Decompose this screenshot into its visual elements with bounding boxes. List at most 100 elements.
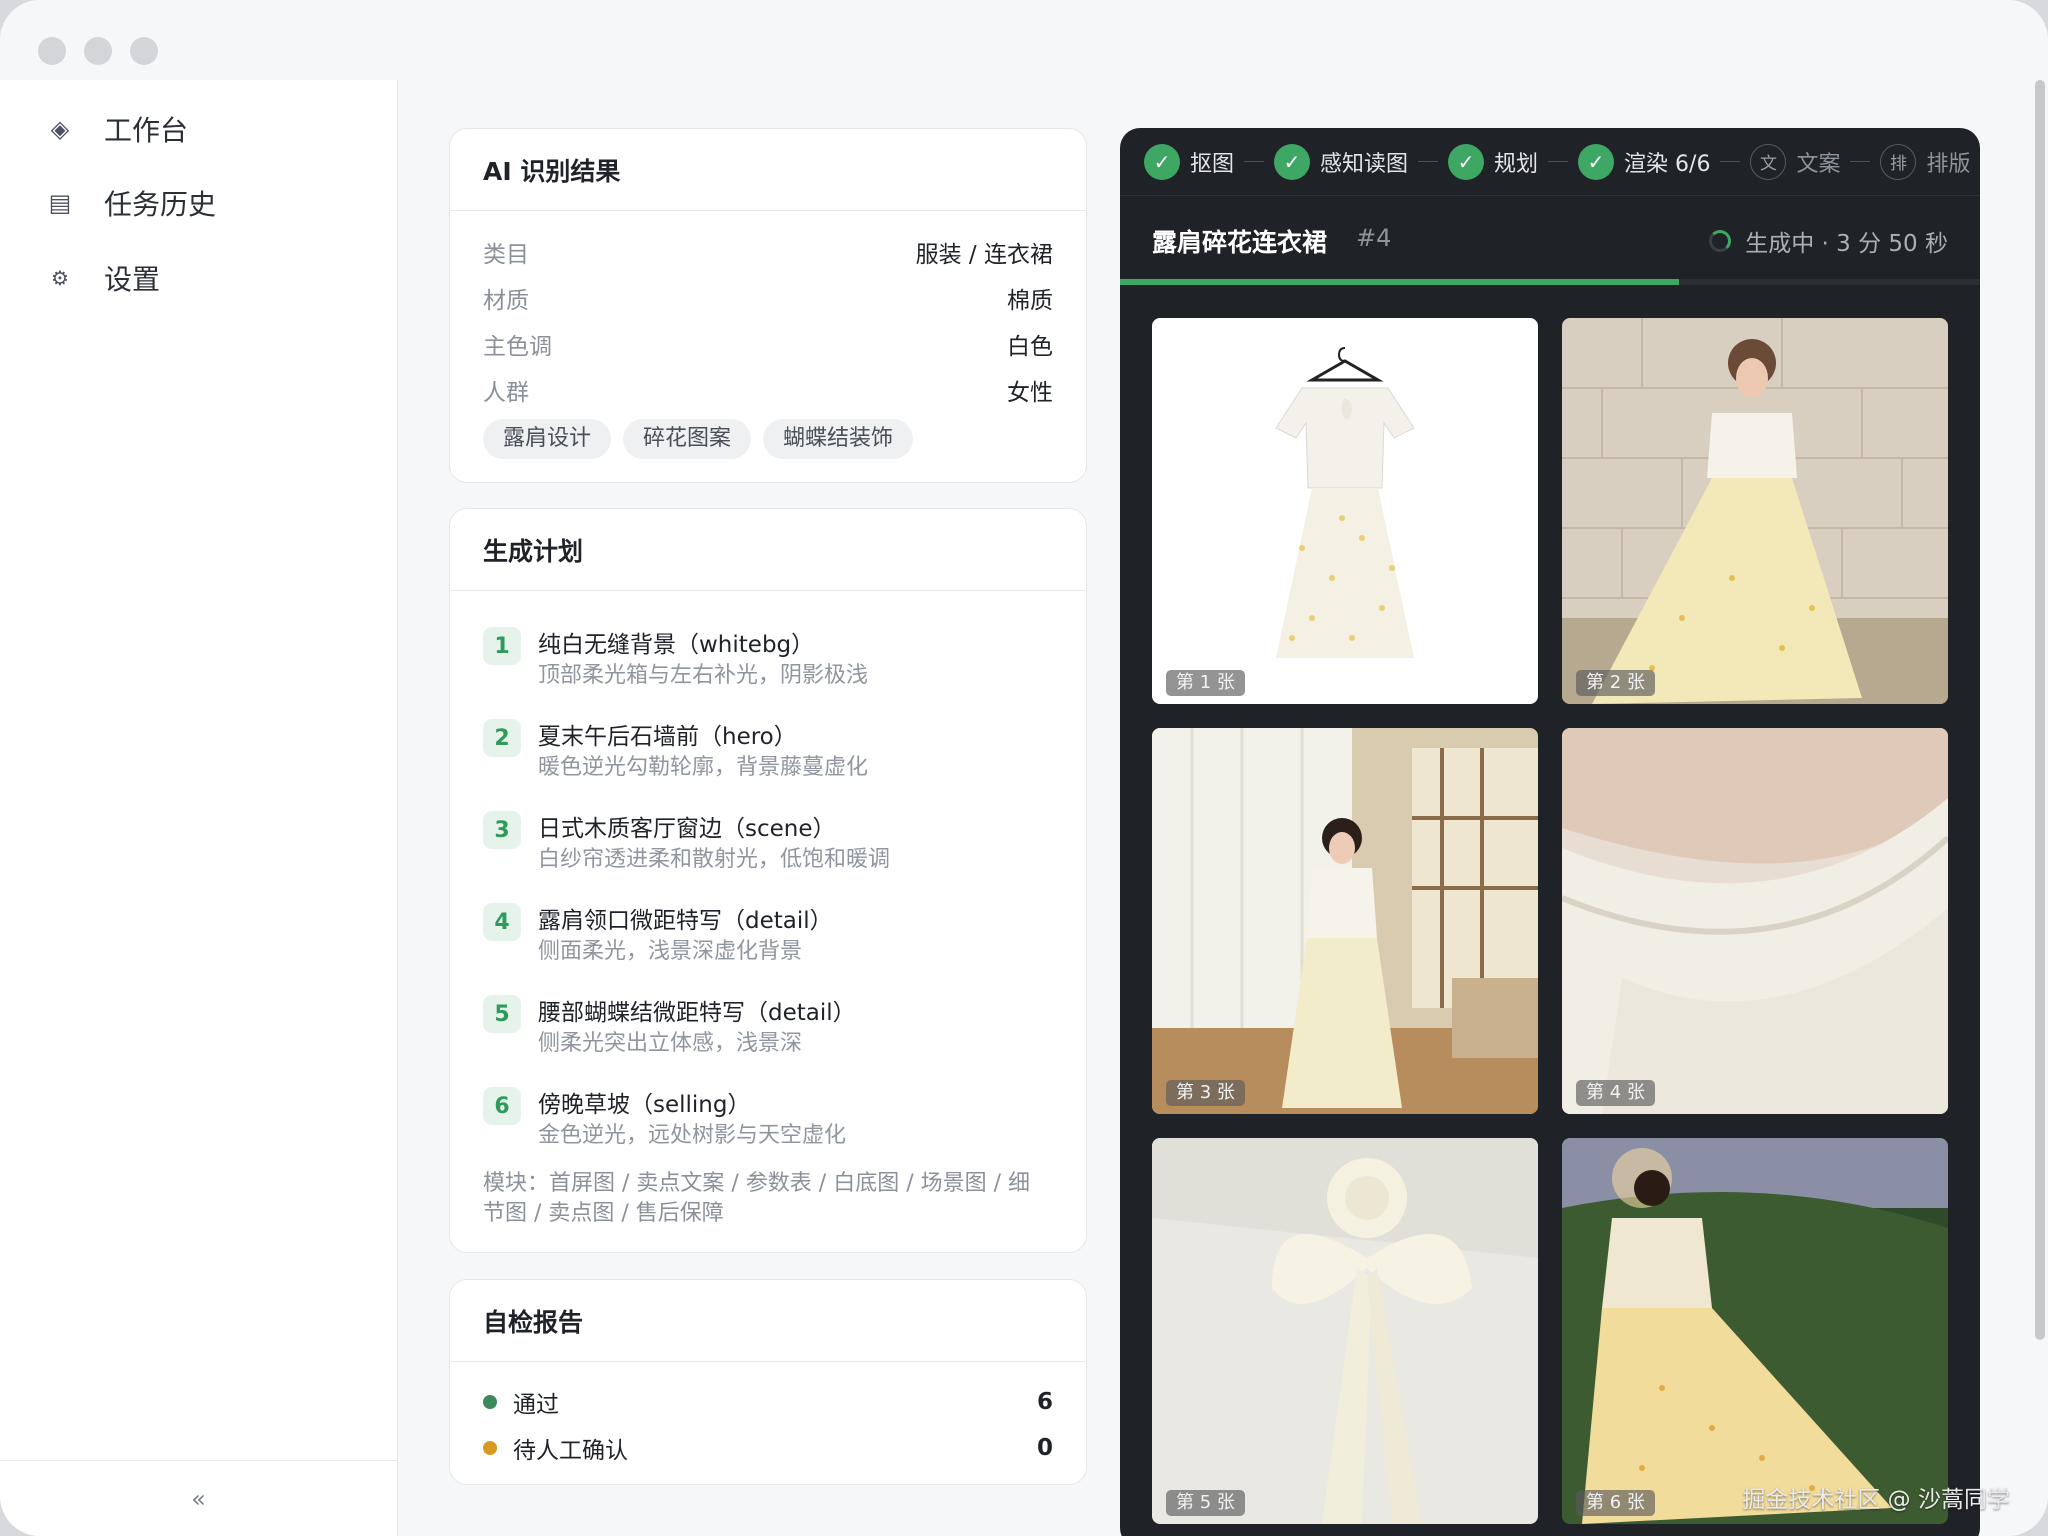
generated-image-2[interactable]: 第 2 张 bbox=[1562, 318, 1948, 704]
check-count: 6 bbox=[1036, 1389, 1053, 1415]
step-label: 规划 bbox=[1494, 151, 1539, 177]
copywriting-icon: 文 bbox=[1750, 143, 1787, 180]
plan-item-title: 腰部蝴蝶结微距特写（detail） bbox=[538, 1000, 856, 1026]
tag: 蝴蝶结装饰 bbox=[763, 419, 914, 459]
image-label: 第 5 张 bbox=[1166, 1490, 1245, 1516]
sidebar-footer: « bbox=[0, 1460, 397, 1536]
image-label: 第 4 张 bbox=[1576, 1080, 1655, 1106]
titlebar bbox=[0, 0, 2048, 80]
step-perception[interactable]: ✓ 感知读图 bbox=[1274, 143, 1409, 180]
kv-key: 人群 bbox=[483, 380, 529, 406]
sidebar-item-workbench[interactable]: ◈ 工作台 bbox=[0, 99, 398, 159]
image-label: 第 6 张 bbox=[1576, 1490, 1655, 1516]
step-separator bbox=[1548, 161, 1569, 162]
step-separator bbox=[1418, 161, 1439, 162]
scrollbar[interactable] bbox=[2032, 80, 2048, 1340]
scrollbar-thumb[interactable] bbox=[2035, 80, 2045, 1340]
close-window-button[interactable] bbox=[38, 37, 66, 65]
image-label: 第 1 张 bbox=[1166, 670, 1245, 696]
kv-row-material: 材质 棉质 bbox=[483, 278, 1053, 318]
check-count: 0 bbox=[1036, 1435, 1053, 1461]
plan-item: 3 日式木质客厅窗边（scene） 白纱帘透进柔和散射光，低饱和暖调 bbox=[483, 809, 1066, 879]
scene-japanese-room-image bbox=[1152, 728, 1538, 1114]
step-label: 文案 bbox=[1796, 151, 1841, 177]
sidebar-item-task-history[interactable]: ▤ 任务历史 bbox=[0, 173, 398, 233]
dress-whitebg-image bbox=[1152, 318, 1538, 704]
kv-value: 白色 bbox=[1007, 334, 1053, 360]
watermark: 掘金技术社区 @ 沙蒿同学 bbox=[1742, 1487, 2010, 1513]
check-icon: ✓ bbox=[1578, 143, 1615, 180]
step-label: 排版 bbox=[1926, 151, 1971, 177]
task-id: #4 bbox=[1356, 224, 1392, 252]
step-label: 渲染 6/6 bbox=[1624, 151, 1711, 177]
plan-item-subtitle: 金色逆光，远处树影与天空虚化 bbox=[538, 1123, 847, 1148]
plan-item: 4 露肩领口微距特写（detail） 侧面柔光，浅景深虚化背景 bbox=[483, 901, 1066, 971]
maximize-window-button[interactable] bbox=[130, 37, 158, 65]
plan-item-title: 日式木质客厅窗边（scene） bbox=[538, 816, 836, 842]
plan-item: 6 傍晚草坡（selling） 金色逆光，远处树影与天空虚化 bbox=[483, 1085, 1066, 1155]
progress-fill bbox=[1120, 279, 1679, 285]
generated-image-4[interactable]: 第 4 张 bbox=[1562, 728, 1948, 1114]
plan-number-badge: 2 bbox=[483, 719, 521, 757]
plan-item: 1 纯白无缝背景（whitebg） 顶部柔光箱与左右补光，阴影极浅 bbox=[483, 625, 1066, 695]
step-label: 感知读图 bbox=[1320, 151, 1409, 177]
plan-title: 生成计划 bbox=[450, 509, 1086, 591]
layout-icon: 排 bbox=[1880, 143, 1917, 180]
plan-number-badge: 1 bbox=[483, 627, 521, 665]
status-dot bbox=[483, 1395, 497, 1409]
step-render[interactable]: ✓ 渲染 6/6 bbox=[1578, 143, 1711, 180]
check-row-passed: 通过 6 bbox=[483, 1382, 1053, 1422]
hero-stone-wall-image bbox=[1562, 318, 1948, 704]
self-check-card: 自检报告 通过 6 待人工确认 0 bbox=[449, 1279, 1087, 1485]
step-separator bbox=[1850, 161, 1871, 162]
tag: 碎花图案 bbox=[623, 419, 752, 459]
generation-panel: ✓ 抠图 ✓ 感知读图 ✓ 规划 ✓ 渲染 6/6 文 文案 排 排版 露肩碎花… bbox=[1120, 128, 1980, 1536]
plan-item-subtitle: 侧柔光突出立体感，浅景深 bbox=[538, 1031, 803, 1056]
list-icon: ▤ bbox=[48, 189, 72, 217]
plan-item-subtitle: 侧面柔光，浅景深虚化背景 bbox=[538, 939, 803, 964]
task-title: 露肩碎花连衣裙 bbox=[1152, 228, 1328, 257]
plan-number-badge: 6 bbox=[483, 1087, 521, 1125]
ai-result-title: AI 识别结果 bbox=[450, 129, 1086, 211]
tag-list: 露肩设计 碎花图案 蝴蝶结装饰 bbox=[483, 419, 914, 459]
check-icon: ✓ bbox=[1274, 143, 1311, 180]
plan-modules: 模块：首屏图 / 卖点文案 / 参数表 / 白底图 / 场景图 / 细节图 / … bbox=[483, 1171, 1030, 1226]
sidebar: ◈ 工作台 ▤ 任务历史 ⚙ 设置 « bbox=[0, 80, 398, 1536]
minimize-window-button[interactable] bbox=[84, 37, 112, 65]
pipeline-steps: ✓ 抠图 ✓ 感知读图 ✓ 规划 ✓ 渲染 6/6 文 文案 排 排版 bbox=[1120, 128, 1980, 196]
loading-spinner-icon bbox=[1709, 230, 1732, 252]
kv-key: 主色调 bbox=[483, 334, 552, 360]
plan-item: 5 腰部蝴蝶结微距特写（detail） 侧柔光突出立体感，浅景深 bbox=[483, 993, 1066, 1063]
image-label: 第 2 张 bbox=[1576, 670, 1655, 696]
detail-collar-image bbox=[1562, 728, 1948, 1114]
generated-image-6[interactable]: 第 6 张 bbox=[1562, 1138, 1948, 1524]
plan-item-title: 傍晚草坡（selling） bbox=[538, 1092, 751, 1118]
plan-number-badge: 4 bbox=[483, 903, 521, 941]
ai-result-card: AI 识别结果 类目 服装 / 连衣裙 材质 棉质 主色调 白色 人群 女性 露… bbox=[449, 128, 1087, 483]
step-cutout[interactable]: ✓ 抠图 bbox=[1144, 143, 1235, 180]
sidebar-item-label: 任务历史 bbox=[104, 188, 217, 221]
sidebar-item-settings[interactable]: ⚙ 设置 bbox=[0, 248, 398, 308]
step-copywriting[interactable]: 文 文案 bbox=[1750, 143, 1841, 180]
generation-plan-card: 生成计划 1 纯白无缝背景（whitebg） 顶部柔光箱与左右补光，阴影极浅 2… bbox=[449, 508, 1087, 1253]
collapse-sidebar-button[interactable]: « bbox=[191, 1485, 206, 1513]
kv-row-audience: 人群 女性 bbox=[483, 370, 1053, 410]
self-check-title: 自检报告 bbox=[450, 1280, 1086, 1362]
generated-image-5[interactable]: 第 5 张 bbox=[1152, 1138, 1538, 1524]
app-window: ◈ 工作台 ▤ 任务历史 ⚙ 设置 « AI 识别结果 类目 服装 / 连衣裙 … bbox=[0, 0, 2048, 1536]
step-label: 抠图 bbox=[1190, 151, 1235, 177]
step-planning[interactable]: ✓ 规划 bbox=[1448, 143, 1539, 180]
generated-image-1[interactable]: 第 1 张 bbox=[1152, 318, 1538, 704]
sidebar-item-label: 工作台 bbox=[104, 114, 189, 147]
check-label: 待人工确认 bbox=[513, 1438, 628, 1464]
check-row-pending: 待人工确认 0 bbox=[483, 1428, 1053, 1468]
check-icon: ✓ bbox=[1144, 143, 1180, 180]
step-separator bbox=[1720, 161, 1741, 162]
plan-number-badge: 5 bbox=[483, 995, 521, 1033]
plan-item-subtitle: 白纱帘透进柔和散射光，低饱和暖调 bbox=[538, 847, 891, 872]
generated-image-3[interactable]: 第 3 张 bbox=[1152, 728, 1538, 1114]
step-layout[interactable]: 排 排版 bbox=[1880, 143, 1971, 180]
plan-item-title: 夏末午后石墙前（hero） bbox=[538, 724, 797, 750]
kv-value: 棉质 bbox=[1007, 288, 1053, 314]
plan-item-subtitle: 顶部柔光箱与左右补光，阴影极浅 bbox=[538, 663, 869, 688]
